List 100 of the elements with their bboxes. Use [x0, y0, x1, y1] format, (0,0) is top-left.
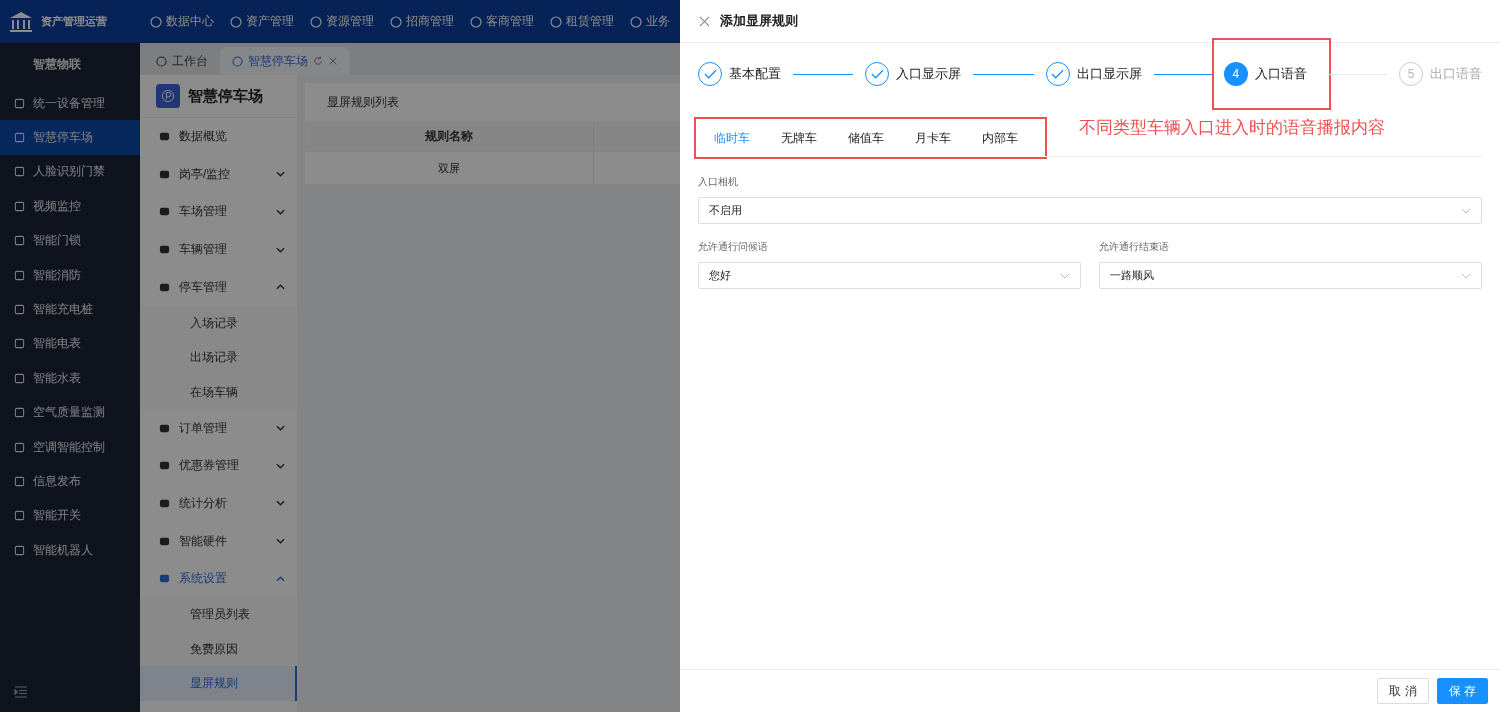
chevron-down-icon [276, 500, 285, 507]
nav-link[interactable]: 租赁管理 [550, 13, 614, 30]
submenu-item[interactable]: 订单管理 [140, 409, 297, 448]
close-icon[interactable] [699, 15, 710, 27]
circle-icon [390, 15, 402, 28]
step-item: 出口显示屏 [1045, 62, 1142, 86]
refresh-icon[interactable] [313, 56, 323, 66]
chevron-down-icon [276, 425, 285, 432]
vehicle-type-tab[interactable]: 储值车 [830, 120, 897, 156]
circle-icon [310, 15, 322, 28]
submenu-item[interactable]: 车辆管理 [140, 230, 297, 269]
sidebar-item[interactable]: 智能门锁 [0, 223, 140, 258]
submenu-title: 智慧停车场 [188, 86, 263, 106]
sidebar-group-title: 智慧物联 [32, 56, 82, 73]
vehicle-type-tab[interactable]: 月卡车 [897, 120, 964, 156]
square-icon [14, 269, 25, 281]
vehicle-type-tab[interactable]: 无牌车 [763, 120, 830, 156]
menu-icon [159, 206, 170, 218]
sidebar-item[interactable]: 智能机器人 [0, 533, 140, 568]
sidebar-item[interactable]: 空调智能控制 [0, 429, 140, 465]
square-icon [14, 510, 25, 522]
square-icon [14, 441, 25, 453]
parking-logo-icon [156, 84, 180, 108]
check-icon [1051, 69, 1064, 79]
sidebar-item[interactable]: 空气质量监测 [0, 395, 140, 430]
square-icon [14, 338, 25, 350]
check-icon [870, 69, 884, 79]
circle-icon [630, 15, 642, 28]
square-icon [14, 372, 25, 384]
menu-icon [159, 460, 170, 472]
nav-link[interactable]: 招商管理 [390, 13, 454, 30]
chevron-down-icon [1461, 207, 1471, 214]
sidebar-item[interactable]: 视频监控 [0, 189, 140, 224]
square-icon [14, 235, 25, 247]
nav-link[interactable]: 数据中心 [150, 13, 214, 30]
circle-icon [230, 15, 242, 28]
submenu-item[interactable]: 优惠券管理 [140, 447, 297, 485]
circle-icon [232, 55, 243, 67]
nav-link[interactable]: 客商管理 [470, 13, 534, 30]
step-item: 基本配置 [698, 62, 781, 86]
chevron-down-icon [276, 171, 285, 178]
sidebar-item[interactable]: 智能电表 [0, 326, 140, 362]
chevron-down-icon [276, 462, 285, 469]
chevron-down-icon [1461, 272, 1471, 279]
circle-icon [470, 15, 482, 28]
submenu-item[interactable]: 停车管理 [140, 268, 297, 306]
sidebar-item[interactable]: 智能水表 [0, 361, 140, 396]
square-icon [14, 166, 25, 178]
vehicle-type-tab[interactable]: 临时车 [710, 120, 763, 156]
submenu-item[interactable]: 系统设置 [140, 559, 297, 598]
collapse-icon[interactable] [14, 686, 28, 698]
chevron-up-icon [276, 284, 285, 291]
table-cell: 双屏 [305, 152, 594, 185]
drawer-title: 添加显屏规则 [720, 12, 798, 30]
nav-link[interactable]: 业务 [630, 13, 670, 30]
sidebar-item[interactable]: 智能开关 [0, 498, 140, 534]
field-label: 入口相机 [698, 175, 739, 189]
circle-icon [550, 15, 562, 28]
square-icon [14, 97, 25, 109]
check-icon [703, 69, 717, 79]
submenu-item[interactable]: 岗亭/监控 [140, 155, 297, 194]
nav-link[interactable]: 资源管理 [310, 13, 374, 30]
sidebar-item[interactable]: 智能消防 [0, 257, 140, 293]
bank-icon [9, 10, 33, 33]
sidebar-item[interactable]: 信息发布 [0, 464, 140, 499]
circle-icon [150, 15, 162, 28]
select-field[interactable]: 您好 [698, 262, 1081, 289]
menu-icon [159, 131, 170, 143]
square-icon [14, 132, 25, 144]
square-icon [14, 544, 25, 556]
chevron-up-icon [276, 575, 285, 582]
sidebar-item[interactable]: 智能充电桩 [0, 292, 140, 327]
menu-icon [159, 573, 170, 585]
submenu-subitem[interactable]: 显屏规则 [140, 666, 297, 701]
chevron-down-icon [276, 209, 285, 215]
vehicle-type-tab[interactable]: 内部车 [964, 120, 1031, 156]
page-tab[interactable]: 工作台 [144, 47, 220, 75]
menu-icon [159, 244, 170, 256]
submenu-item[interactable]: 车场管理 [140, 193, 297, 231]
nav-link[interactable]: 资产管理 [230, 13, 294, 30]
page-tab[interactable]: 智慧停车场 [220, 47, 350, 75]
sidebar-item[interactable]: 智慧停车场 [0, 120, 140, 155]
close-icon[interactable] [328, 56, 338, 66]
chevron-down-icon [276, 246, 285, 253]
submenu-item[interactable]: 智能硬件 [140, 522, 297, 560]
select-field[interactable]: 一路顺风 [1099, 262, 1482, 289]
card-title: 显屏规则列表 [326, 93, 400, 111]
field-label: 允许通行结束语 [1099, 240, 1170, 254]
menu-icon [159, 497, 170, 509]
step-item: 5 出口语音 [1399, 62, 1482, 86]
menu-icon [159, 168, 170, 180]
circle-icon [156, 55, 167, 67]
brand-name: 资产管理运营 [41, 14, 107, 29]
square-icon [14, 200, 25, 212]
submenu-item[interactable]: 数据概览 [140, 118, 297, 156]
select-field[interactable]: 不启用 [698, 197, 1482, 224]
submenu-item[interactable]: 统计分析 [140, 484, 297, 523]
save-button[interactable]: 保 存 [1436, 678, 1488, 704]
cancel-button[interactable]: 取 消 [1377, 678, 1429, 704]
menu-icon [159, 281, 170, 293]
